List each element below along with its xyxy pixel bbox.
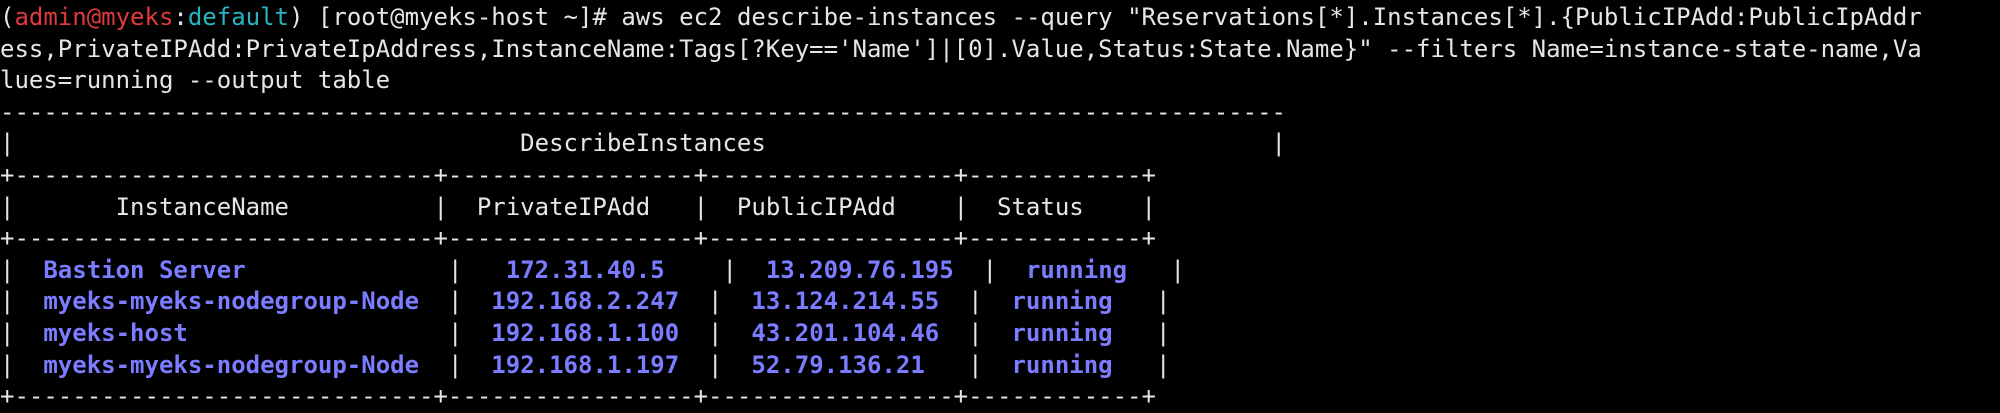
cell-public-ip: 13.124.214.55 (751, 287, 940, 316)
cell-instance-name: myeks-myeks-nodegroup-Node (43, 287, 420, 316)
cell-private-ip: 172.31.40.5 (505, 255, 665, 284)
cell-status: running (1025, 255, 1128, 284)
prompt-user: admin@myeks (14, 3, 174, 31)
table-row: | myeks-myeks-nodegroup-Node | 192.168.1… (0, 350, 1171, 379)
cell-instance-name: myeks-myeks-nodegroup-Node (43, 350, 420, 379)
table-header-rule: +-----------------------------+---------… (0, 160, 1156, 189)
table-header-row: | InstanceName | PrivateIPAdd | PublicIP… (0, 192, 1156, 221)
cell-instance-name: Bastion Server (43, 255, 246, 284)
cell-instance-name: myeks-host (43, 318, 188, 347)
cell-public-ip: 52.79.136.21 (751, 350, 925, 379)
cell-public-ip: 43.201.104.46 (751, 318, 940, 347)
cell-private-ip: 192.168.1.100 (491, 318, 680, 347)
column-header-status: Status (997, 192, 1084, 221)
table-row: | myeks-host | 192.168.1.100 | 43.201.10… (0, 318, 1171, 347)
cell-private-ip: 192.168.2.247 (491, 287, 680, 316)
cell-public-ip: 13.209.76.195 (765, 255, 954, 284)
terminal-window[interactable]: (admin@myeks:default) [root@myeks-host ~… (0, 0, 2000, 412)
table-top-rule: ----------------------------------------… (0, 97, 1286, 126)
column-header-private-ip: PrivateIPAdd (476, 192, 651, 221)
cell-status: running (1011, 350, 1113, 379)
table-body-rule: +-----------------------------+---------… (0, 224, 1156, 253)
table-title: | DescribeInstances | (0, 129, 1286, 158)
prompt-shell: [root@myeks-host ~]# (303, 3, 622, 31)
prompt-open-paren: ( (0, 3, 15, 31)
cell-status: running (1011, 287, 1113, 316)
prompt-context: default (187, 3, 290, 31)
column-header-instance-name: InstanceName (115, 192, 289, 221)
column-header-public-ip: PublicIPAdd (736, 192, 896, 221)
cell-status: running (1011, 318, 1113, 347)
prompt-colon: : (173, 3, 188, 31)
command-text-1: aws ec2 describe-instances --query "Rese… (621, 3, 1922, 31)
command-line-2: ess,PrivateIPAdd:PrivateIpAddress,Instan… (0, 34, 1922, 63)
cell-private-ip: 192.168.1.197 (491, 350, 680, 379)
command-line-3: lues=running --output table (0, 66, 391, 95)
table-bottom-rule: +-----------------------------+---------… (0, 382, 1156, 411)
table-row: | myeks-myeks-nodegroup-Node | 192.168.2… (0, 287, 1171, 316)
prompt-close-paren: ) (289, 3, 304, 31)
command-line-1: (admin@myeks:default) [root@myeks-host ~… (0, 2, 2000, 34)
table-row: | Bastion Server | 172.31.40.5 | 13.209.… (0, 255, 1185, 284)
